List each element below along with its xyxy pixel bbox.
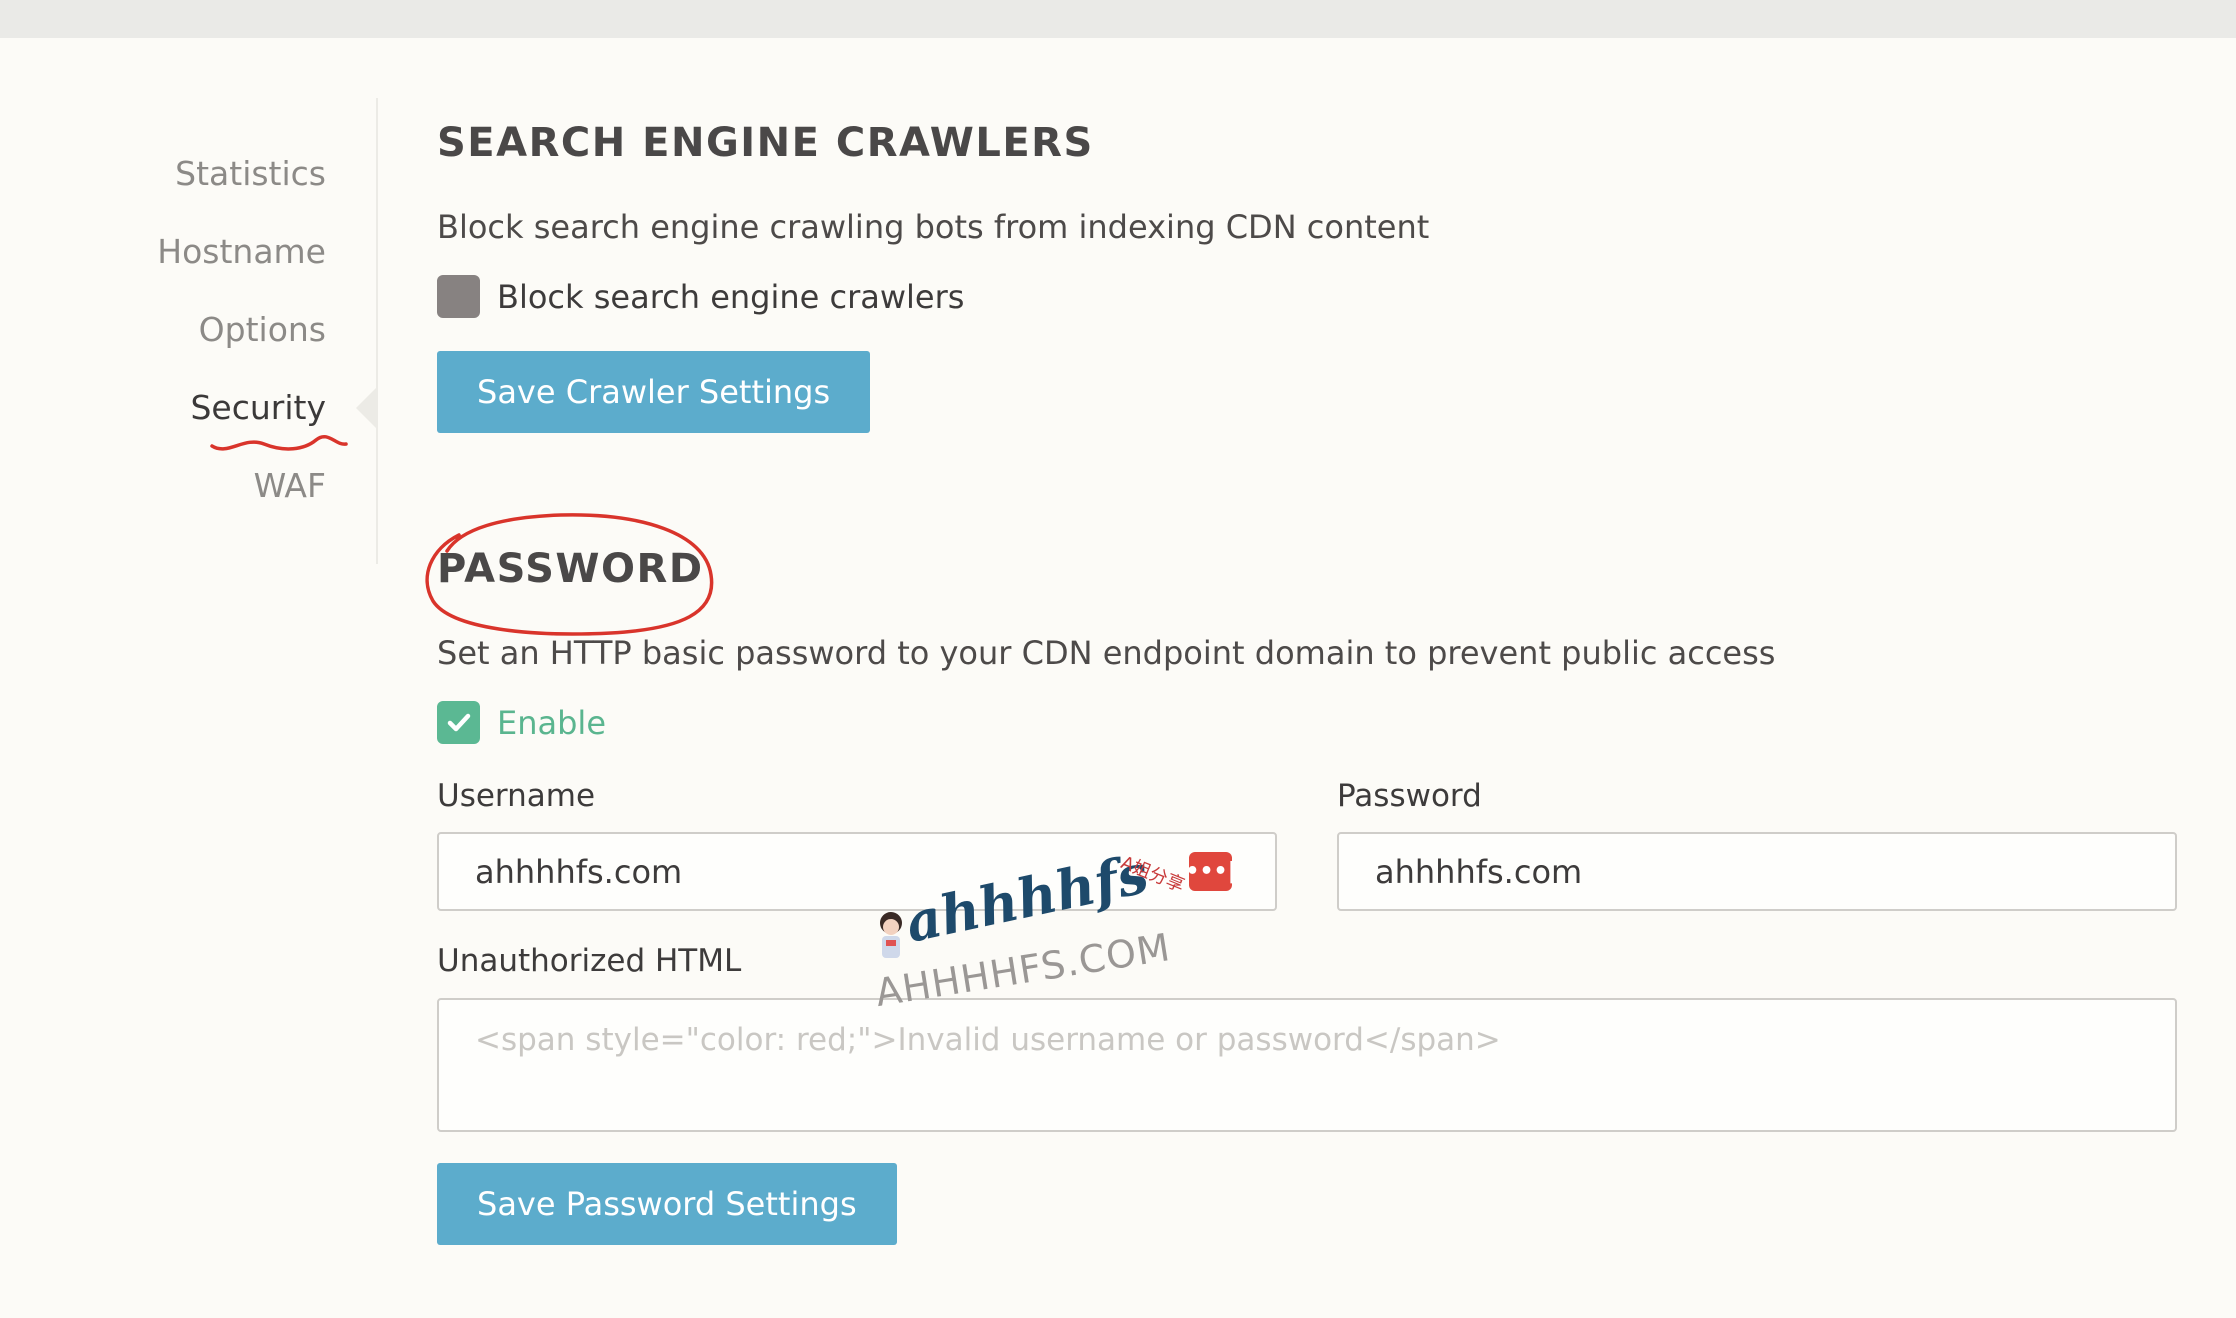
block-crawlers-label: Block search engine crawlers bbox=[497, 277, 965, 316]
unauthorized-html-textarea[interactable] bbox=[437, 998, 2177, 1132]
username-label: Username bbox=[437, 778, 596, 814]
enable-password-checkbox[interactable] bbox=[437, 701, 480, 744]
password-description: Set an HTTP basic password to your CDN e… bbox=[437, 634, 1776, 672]
save-crawler-settings-button[interactable]: Save Crawler Settings bbox=[437, 351, 871, 433]
password-section-title: PASSWORD bbox=[437, 546, 704, 592]
sidebar-item-waf[interactable]: WAF bbox=[254, 466, 326, 505]
password-label: Password bbox=[1337, 778, 1482, 814]
settings-sidebar: Statistics Hostname Options Security WAF bbox=[0, 98, 378, 564]
password-manager-icon[interactable]: •••| bbox=[1185, 852, 1236, 891]
crawlers-description: Block search engine crawling bots from i… bbox=[437, 208, 1430, 246]
sidebar-item-hostname[interactable]: Hostname bbox=[157, 232, 326, 271]
checkmark-icon bbox=[447, 713, 470, 731]
crawlers-section-title: SEARCH ENGINE CRAWLERS bbox=[437, 120, 1094, 166]
red-underline-annotation bbox=[210, 434, 348, 451]
browser-top-bar bbox=[0, 0, 2236, 38]
block-crawlers-checkbox[interactable] bbox=[437, 275, 480, 318]
enable-password-checkbox-row[interactable]: Enable bbox=[437, 701, 606, 744]
password-input[interactable] bbox=[1337, 832, 2177, 911]
unauthorized-html-label: Unauthorized HTML bbox=[437, 943, 742, 979]
enable-password-label: Enable bbox=[497, 703, 606, 742]
block-crawlers-checkbox-row[interactable]: Block search engine crawlers bbox=[437, 275, 964, 318]
mascot-icon bbox=[880, 912, 902, 958]
save-password-settings-button[interactable]: Save Password Settings bbox=[437, 1163, 897, 1245]
sidebar-item-security[interactable]: Security bbox=[190, 388, 326, 427]
sidebar-item-options[interactable]: Options bbox=[199, 310, 326, 349]
sidebar-item-statistics[interactable]: Statistics bbox=[175, 154, 326, 193]
username-input[interactable] bbox=[437, 832, 1277, 911]
active-item-pointer bbox=[356, 388, 376, 428]
